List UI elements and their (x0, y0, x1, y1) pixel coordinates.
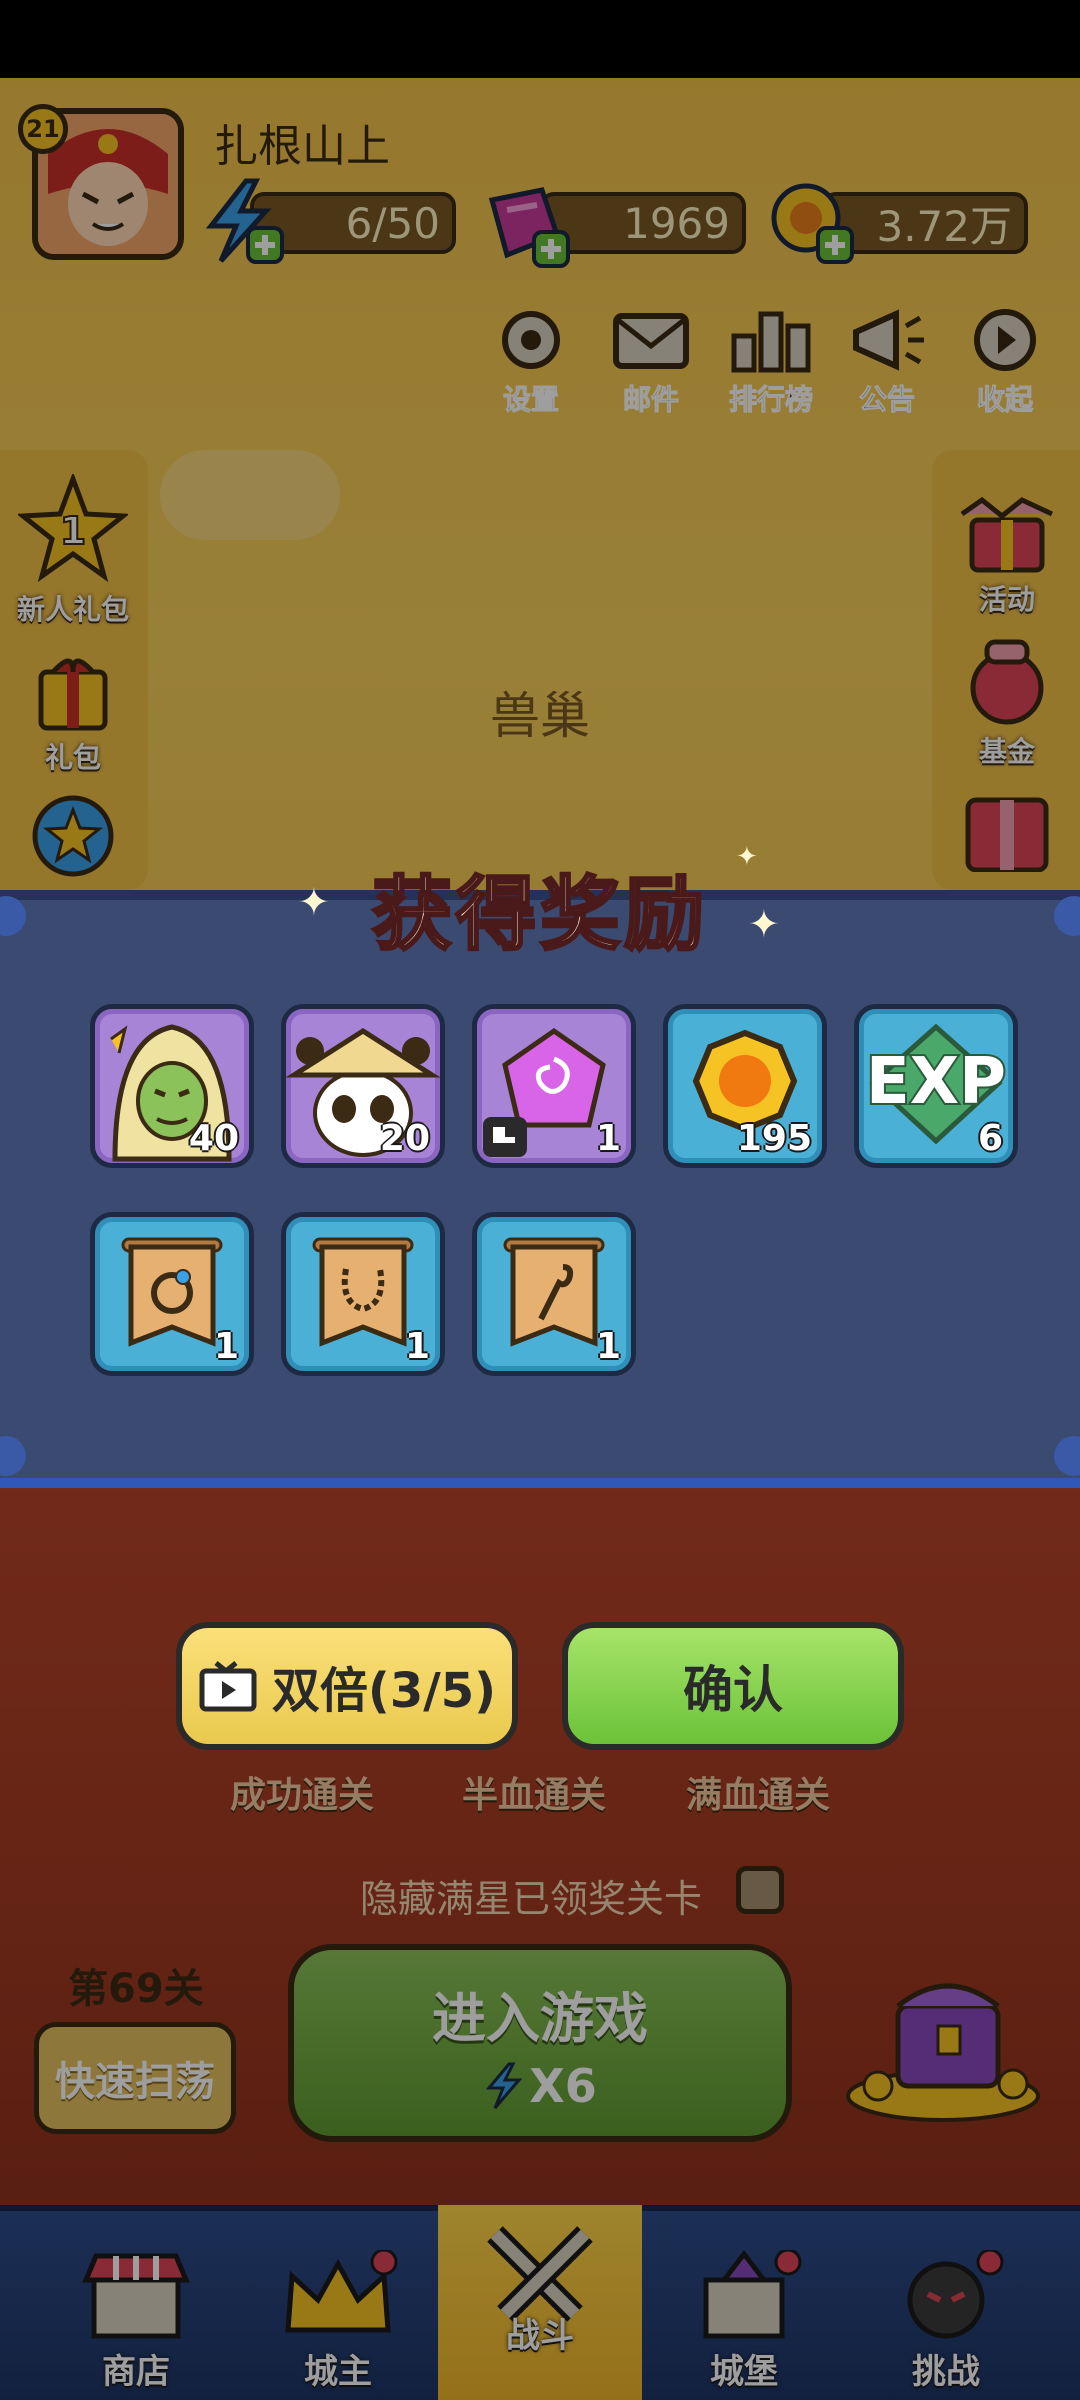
reward-item-count: 195 (736, 1118, 812, 1159)
reward-item-count: 1 (404, 1326, 430, 1367)
video-ad-icon (199, 1661, 257, 1712)
reward-item-hooded-goblin[interactable]: 40 (90, 1004, 254, 1168)
reward-item-count: 1 (213, 1326, 239, 1367)
double-reward-label: 双倍(3/5) (271, 1663, 497, 1719)
reward-item-staff-scroll[interactable]: 1 (472, 1212, 636, 1376)
sparkle-icon: ✦ (298, 880, 330, 924)
confirm-button[interactable]: 确认 (562, 1622, 904, 1750)
sparkle-icon: ✦ (736, 842, 758, 872)
exp-text: EXP (866, 1045, 1006, 1119)
sparkle-icon: ✦ (748, 902, 780, 946)
reward-item-count: 20 (379, 1118, 430, 1159)
reward-item-exp[interactable]: EXP 6 (854, 1004, 1018, 1168)
reward-item-count: 1 (595, 1118, 621, 1159)
reward-item-count: 40 (188, 1118, 239, 1159)
reward-title: 获得奖励 (371, 867, 708, 963)
reward-item-gold-coin[interactable]: 195 (663, 1004, 827, 1168)
reward-item-necklace-scroll[interactable]: 1 (281, 1212, 445, 1376)
reward-item-ring-scroll[interactable]: 1 (90, 1212, 254, 1376)
reward-item-count: 1 (595, 1326, 621, 1367)
reward-item-count: 6 (977, 1118, 1003, 1159)
reward-item-purple-gem[interactable]: 1 (472, 1004, 636, 1168)
double-reward-button[interactable]: 双倍(3/5) (176, 1622, 518, 1750)
reward-item-panda-hero[interactable]: 20 (281, 1004, 445, 1168)
confirm-label: 确认 (683, 1661, 783, 1719)
reward-panel (0, 890, 1080, 1488)
